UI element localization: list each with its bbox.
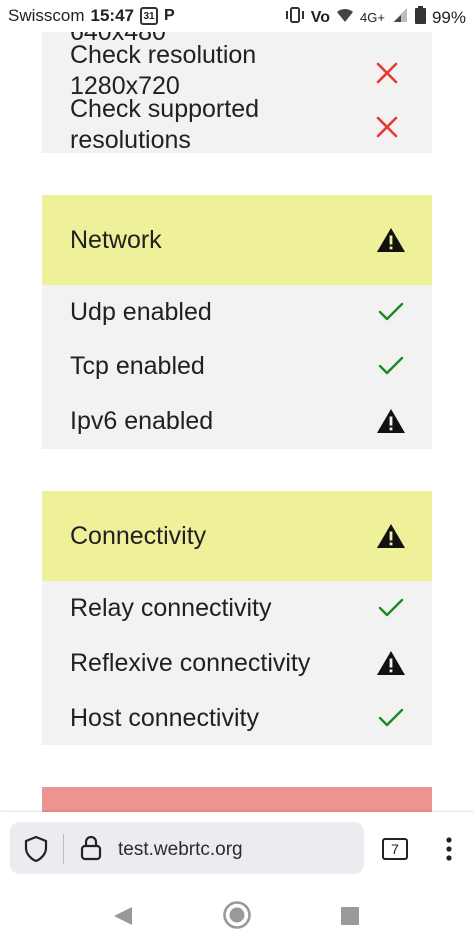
connectivity-group-items: Relay connectivity Reflexive connectivit… — [42, 581, 432, 745]
test-label: Reflexive connectivity — [70, 648, 311, 677]
network-type: 4G+ — [360, 10, 385, 25]
test-row: Host connectivity — [42, 691, 432, 745]
battery-level: 99% — [431, 7, 466, 27]
parking-icon: P — [164, 7, 175, 24]
group-title: Network — [70, 225, 162, 254]
fail-cross-icon — [376, 62, 398, 89]
signal-icon — [391, 7, 409, 28]
back-icon[interactable] — [112, 906, 134, 931]
url-text[interactable]: test.webrtc.org — [118, 839, 243, 861]
warning-icon — [376, 521, 406, 551]
vibrate-icon — [285, 6, 305, 29]
warning-icon — [376, 648, 406, 678]
system-navigation-bar — [0, 882, 474, 948]
video-group-items: 640x480 Check resolution 1280x720 Check … — [42, 32, 432, 156]
test-label: Udp enabled — [70, 297, 212, 326]
network-group-header[interactable]: Network — [42, 195, 432, 285]
clock: 15:47 — [90, 6, 134, 25]
wifi-icon — [336, 7, 354, 28]
pass-check-icon — [376, 703, 406, 733]
battery-icon — [414, 6, 426, 29]
test-results-list: 640x480 Check resolution 1280x720 Check … — [0, 32, 474, 812]
menu-dots-icon[interactable] — [444, 836, 454, 862]
warning-icon — [376, 225, 406, 255]
calendar-icon: 31 — [140, 7, 158, 25]
test-row: Relay connectivity — [42, 581, 432, 635]
test-label-line1: Check resolution — [70, 41, 257, 69]
network-group-items: Udp enabled Tcp enabled Ipv6 enabled — [42, 285, 432, 449]
test-label-line2: resolutions — [70, 126, 191, 154]
test-label: Host connectivity — [70, 703, 259, 732]
next-group-header[interactable] — [42, 787, 432, 812]
check-supported-resolutions-row: Check supported resolutions — [42, 94, 432, 156]
test-row: Ipv6 enabled — [42, 393, 432, 449]
test-row: Tcp enabled — [42, 339, 432, 393]
home-icon[interactable] — [222, 900, 252, 935]
carrier-name: Swisscom — [8, 6, 85, 25]
pass-check-icon — [376, 351, 406, 381]
fail-cross-icon — [376, 116, 398, 143]
test-label: Relay connectivity — [70, 593, 272, 622]
group-title: Connectivity — [70, 521, 207, 550]
test-label: Ipv6 enabled — [70, 406, 214, 435]
lock-icon[interactable] — [80, 835, 102, 866]
recents-icon[interactable] — [340, 906, 360, 931]
volte-icon: Vo — [310, 8, 331, 26]
warning-icon — [376, 406, 406, 436]
test-label-line1: Check supported — [70, 95, 260, 123]
pass-check-icon — [376, 297, 406, 327]
browser-toolbar: test.webrtc.org 7 — [0, 812, 474, 882]
test-label: Tcp enabled — [70, 351, 205, 380]
check-resolution-row: Check resolution 1280x720 — [42, 40, 432, 102]
pass-check-icon — [376, 593, 406, 623]
test-row: Udp enabled — [42, 285, 432, 339]
divider — [63, 834, 64, 864]
shield-icon[interactable] — [24, 835, 48, 867]
connectivity-group-header[interactable]: Connectivity — [42, 491, 432, 581]
tab-counter-button[interactable]: 7 — [382, 838, 408, 860]
status-bar: Swisscom 15:47 31 P Vo 4G+ 99% — [0, 0, 474, 32]
test-row: Reflexive connectivity — [42, 635, 432, 691]
